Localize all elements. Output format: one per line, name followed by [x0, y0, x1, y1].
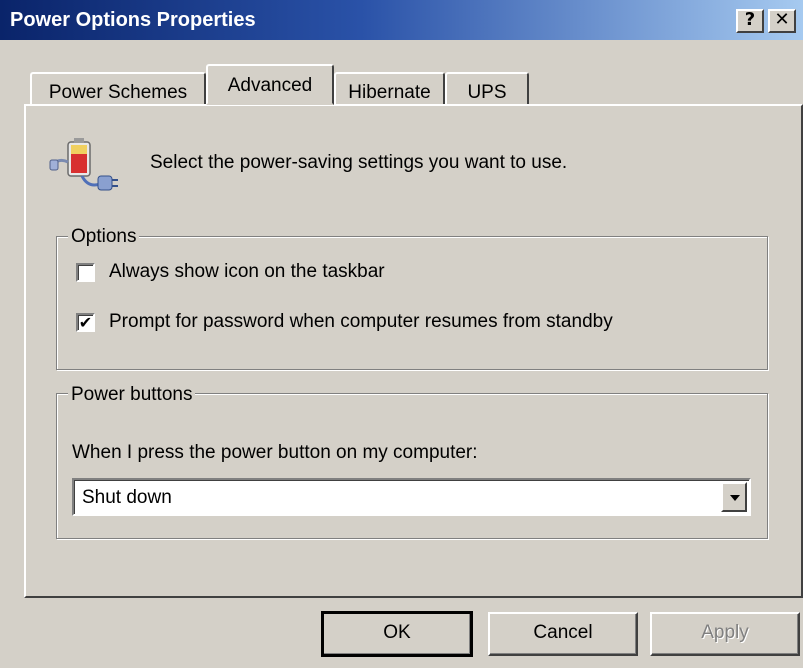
power-button-action-select[interactable]: Shut down [72, 478, 751, 516]
title-bar[interactable]: Power Options Properties ? ✕ [0, 0, 803, 40]
apply-button[interactable]: Apply [650, 612, 800, 656]
options-group [56, 236, 768, 370]
always-show-icon-checkbox[interactable] [76, 262, 95, 282]
tab-hibernate[interactable]: Hibernate [334, 72, 445, 104]
intro-text: Select the power-saving settings you wan… [150, 152, 568, 173]
power-buttons-legend: Power buttons [68, 384, 196, 406]
ok-button[interactable]: OK [321, 611, 473, 657]
power-button-action-value: Shut down [82, 487, 172, 508]
tab-ups[interactable]: UPS [445, 72, 529, 104]
prompt-password-row[interactable]: ✔ Prompt for password when computer resu… [76, 311, 613, 333]
chevron-down-icon [730, 495, 740, 501]
close-button[interactable]: ✕ [768, 9, 796, 33]
prompt-password-checkbox[interactable]: ✔ [76, 312, 95, 332]
cancel-button[interactable]: Cancel [488, 612, 638, 656]
tab-advanced[interactable]: Advanced [206, 64, 334, 105]
prompt-password-label[interactable]: Prompt for password when computer resume… [109, 311, 613, 333]
help-button[interactable]: ? [736, 9, 764, 33]
help-icon: ? [744, 9, 756, 30]
close-icon: ✕ [774, 9, 790, 30]
power-plug-battery-icon [49, 138, 118, 191]
dropdown-button[interactable] [721, 482, 747, 512]
power-button-prompt: When I press the power button on my comp… [72, 442, 478, 463]
checkmark-icon: ✔ [78, 312, 93, 332]
power-buttons-group [56, 393, 768, 539]
always-show-icon-label[interactable]: Always show icon on the taskbar [109, 261, 385, 283]
window-title: Power Options Properties [10, 9, 256, 31]
options-legend: Options [68, 226, 140, 248]
tab-power-schemes[interactable]: Power Schemes [30, 72, 206, 104]
always-show-icon-row[interactable]: Always show icon on the taskbar [76, 261, 385, 283]
